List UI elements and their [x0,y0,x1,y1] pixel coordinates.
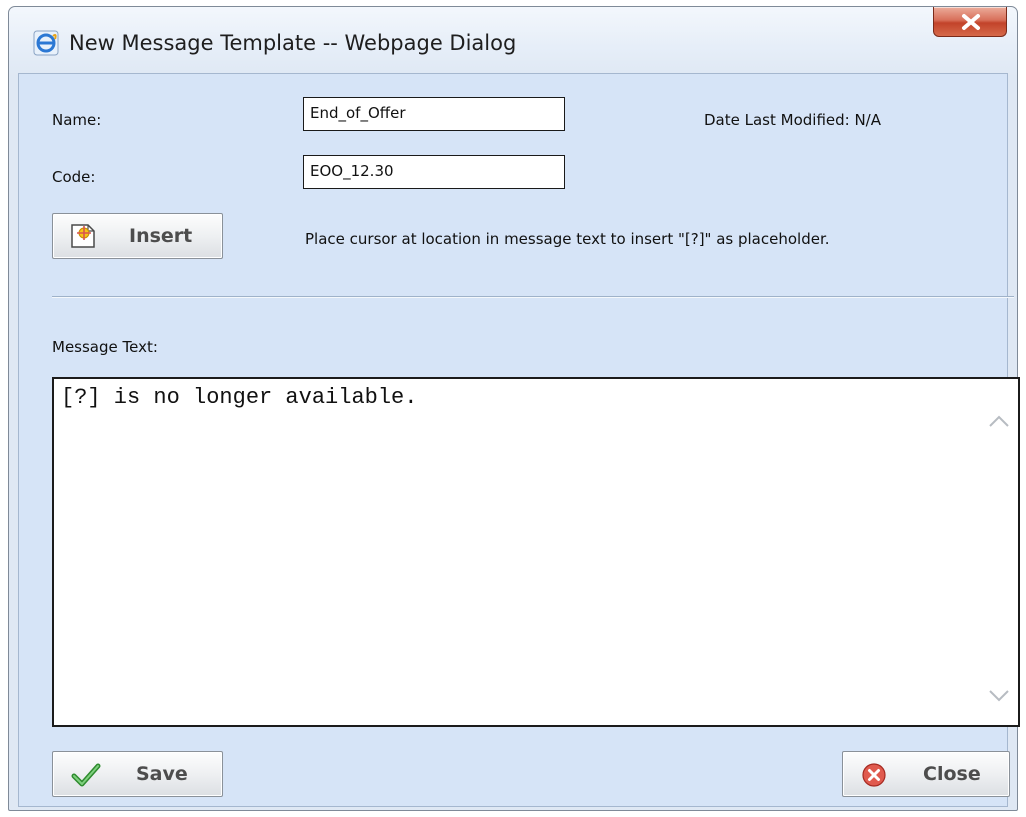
ie-icon [33,30,59,56]
code-field[interactable]: EOO_12.30 [303,155,565,189]
window-close-button[interactable] [933,7,1007,37]
dialog-window: New Message Template -- Webpage Dialog N… [8,6,1020,811]
divider [52,296,1014,298]
message-text-label: Message Text: [52,338,158,356]
save-button-label: Save [136,763,188,785]
close-button-label: Close [923,763,981,785]
dialog-content: Name: End_of_Offer Date Last Modified: N… [18,73,1020,807]
close-button[interactable]: Close [842,751,1010,797]
code-label: Code: [52,168,96,186]
message-text-area[interactable]: [?] is no longer available. [52,377,1020,727]
name-field[interactable]: End_of_Offer [303,97,565,131]
checkmark-icon [71,763,101,792]
scroll-up-arrow-icon[interactable] [988,413,1010,432]
window-title: New Message Template -- Webpage Dialog [69,31,517,55]
close-circle-icon [861,762,887,793]
message-text-value: [?] is no longer available. [61,385,418,410]
insert-placeholder-icon [69,222,97,255]
title-bar: New Message Template -- Webpage Dialog [9,7,1017,73]
insert-button-label: Insert [129,225,193,247]
insert-hint: Place cursor at location in message text… [305,230,830,248]
insert-button[interactable]: Insert [52,213,223,259]
save-button[interactable]: Save [52,751,223,797]
date-last-modified: Date Last Modified: N/A [704,111,881,129]
close-icon [962,14,980,30]
scroll-down-arrow-icon[interactable] [988,688,1010,707]
name-label: Name: [52,111,102,129]
